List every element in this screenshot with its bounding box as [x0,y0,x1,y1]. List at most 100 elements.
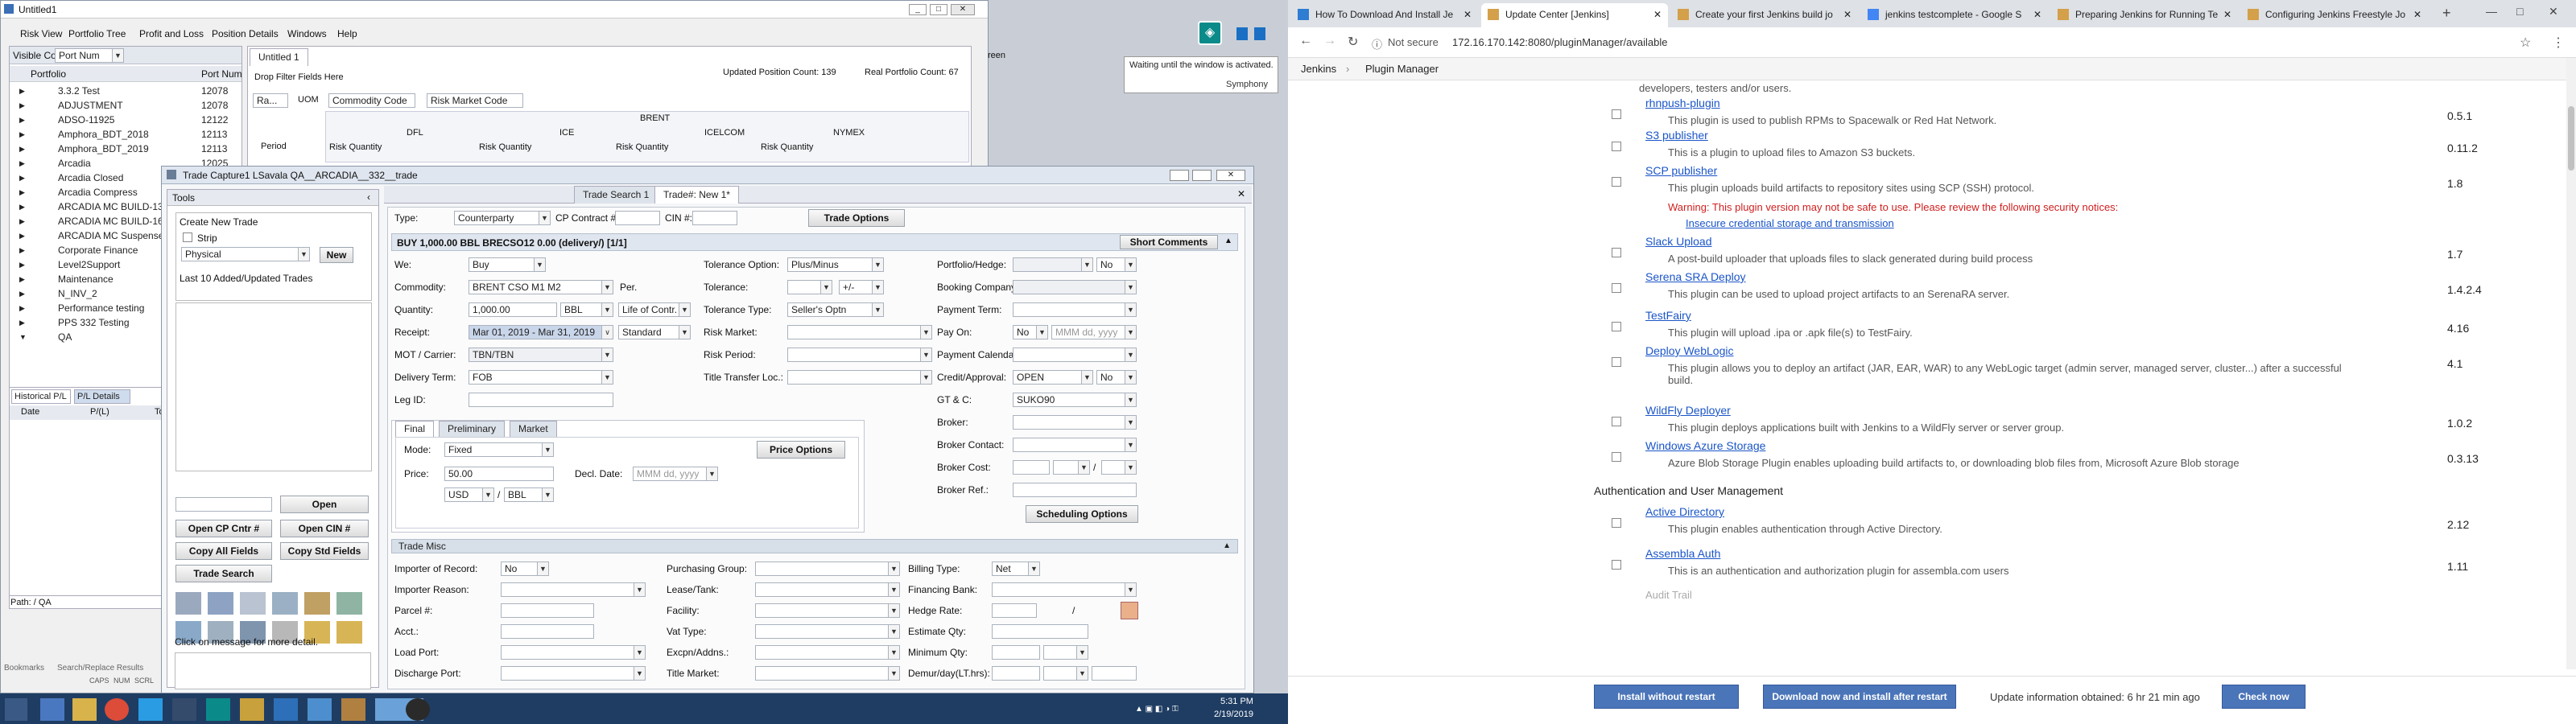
trade-number-input[interactable] [175,497,272,512]
plugin-name[interactable]: rhnpush-plugin [1645,97,1720,109]
app-icon-4[interactable] [341,698,365,721]
expand-icon[interactable]: ▶ [19,171,25,185]
symphony-taskbar-icon[interactable] [206,698,230,721]
lease-tank-select[interactable]: ▼ [755,582,900,597]
collapse-summary-icon[interactable]: ▲ [1224,237,1232,245]
delivery-select[interactable]: FOB ▼ [469,370,613,385]
pause-icon[interactable] [1236,27,1248,40]
grid-icon[interactable] [240,592,266,615]
port-num-select[interactable]: Port Num ▼ [55,48,124,63]
minimize-button[interactable]: _ [909,4,927,15]
copy-all-button[interactable]: Copy All Fields [175,542,272,560]
title-market-select[interactable]: ▼ [755,666,900,681]
expand-icon[interactable]: ▶ [19,301,25,315]
tolerance-type-select[interactable]: Seller's Optn ▼ [787,302,884,317]
calculator-icon[interactable] [175,592,201,615]
plugin-name[interactable]: S3 publisher [1645,129,1708,142]
menu-portfolio-tree[interactable]: Portfolio Tree [68,28,126,39]
start-icon[interactable] [5,698,27,721]
tab-close-icon[interactable]: ✕ [1463,3,1472,26]
new-tab-button[interactable]: + [2442,5,2451,22]
chart-icon[interactable] [336,592,362,615]
close-browser[interactable]: ✕ [2549,5,2558,19]
title-transfer-select[interactable]: ▼ [787,370,932,385]
tab-new-trade[interactable]: Trade#: New 1* [654,186,739,204]
browser-scrollbar[interactable] [2566,58,2576,669]
minimum-qty-uom[interactable]: ▼ [1043,645,1088,660]
expand-icon[interactable]: ▶ [19,156,25,171]
demur-uom[interactable]: ▼ [1043,666,1088,681]
broker-cost-uom[interactable]: ▼ [1101,460,1137,475]
app-icon-1[interactable] [172,698,196,721]
open-cp-button[interactable]: Open CP Cntr # [175,520,272,537]
risk-period-select[interactable]: ▼ [787,348,932,362]
maximize-browser[interactable]: □ [2516,5,2523,18]
pause-icon-2[interactable] [1254,27,1265,40]
ie-icon[interactable] [40,698,64,721]
short-comments-button[interactable]: Short Comments [1120,235,1218,249]
ra-field[interactable]: Ra... [253,93,288,108]
expand-icon[interactable]: ▶ [19,200,25,214]
app-icon-2[interactable] [240,698,264,721]
trade-minimize-button[interactable] [1170,170,1189,181]
hedge-select[interactable]: No ▼ [1096,257,1137,272]
plugin-name[interactable]: SCP publisher [1645,164,1717,177]
hedge-rate-input[interactable] [992,603,1037,618]
cin-input[interactable] [692,211,737,225]
expand-icon[interactable]: ▶ [19,185,25,200]
price-uom-select[interactable]: BBL ▼ [504,487,554,502]
importer-select[interactable]: No ▼ [501,562,549,576]
period-header[interactable]: Period [261,142,287,151]
portfolio-row[interactable]: ▶ Amphora_BDT_2018 12113 [10,127,242,142]
cp-contract-input[interactable] [615,211,660,225]
folder-open-icon[interactable] [336,621,362,644]
browser-tab[interactable]: Create your first Jenkins build jo ✕ [1671,3,1858,27]
transfer-icon[interactable] [208,592,233,615]
download-install-button[interactable]: Download now and install after restart [1763,685,1956,709]
menu-profit-loss[interactable]: Profit and Loss [139,28,204,39]
expand-icon[interactable]: ▶ [19,257,25,272]
payment-term-select[interactable]: ▼ [1013,302,1137,317]
plugin-checkbox[interactable] [1612,248,1621,257]
minimize-browser[interactable]: — [2486,5,2497,18]
recent-trades-list[interactable] [175,302,372,471]
tab-close-icon[interactable]: ✕ [2223,3,2231,26]
hedge-refresh-icon[interactable] [1121,602,1138,619]
tab-search-replace[interactable]: Search/Replace Results [57,664,143,673]
portfolio-col-header[interactable]: Portfolio [31,68,66,80]
commodity-select[interactable]: BRENT CSO M1 M2 ▼ [469,280,613,294]
tolerance-option-select[interactable]: Plus/Minus ▼ [787,257,884,272]
outlook-icon[interactable] [274,698,298,721]
plugin-checkbox[interactable] [1612,142,1621,151]
star-icon[interactable]: ☆ [2520,35,2531,51]
forward-icon[interactable]: → [1323,34,1336,48]
not-secure-label[interactable]: Not secure [1388,36,1439,48]
tab-close-icon[interactable]: ✕ [1653,3,1662,26]
broker-contact-select[interactable]: ▼ [1013,438,1137,452]
quantity-input[interactable]: 1,000.00 [469,302,557,317]
crumb-jenkins[interactable]: Jenkins [1301,63,1336,75]
tab-bookmarks[interactable]: Bookmarks [4,664,44,673]
trade-misc-header[interactable]: Trade Misc ▲ [391,539,1238,553]
tab-close-icon[interactable]: ✕ [2033,3,2041,26]
open-button[interactable]: Open [280,496,369,513]
broker-select[interactable]: ▼ [1013,415,1137,430]
menu-help[interactable]: Help [337,28,357,39]
life-contract-select[interactable]: Life of Contr. ▼ [618,302,691,317]
mot-select[interactable]: TBN/TBN ▼ [469,348,613,362]
trade-close-button[interactable]: ✕ [1216,170,1245,181]
tab-close-icon[interactable]: ✕ [2413,3,2421,26]
facility-select[interactable]: ▼ [755,603,900,618]
standard-select[interactable]: Standard ▼ [618,325,691,339]
plugin-name[interactable]: Windows Azure Storage [1645,439,1765,452]
menu-icon[interactable]: ⋮ [2552,35,2565,51]
plugin-name[interactable]: Deploy WebLogic [1645,344,1733,357]
plugin-checkbox[interactable] [1612,560,1621,570]
open-cin-button[interactable]: Open CIN # [280,520,369,537]
minimum-qty-input[interactable] [992,645,1040,660]
app-icon-3[interactable] [308,698,332,721]
booking-company-select[interactable]: ▼ [1013,280,1137,294]
info-icon[interactable]: ⓘ [1372,36,1382,51]
plugin-name-partial[interactable]: Audit Trail [1645,589,1692,601]
browser-tab[interactable]: Preparing Jenkins for Running Te ✕ [2051,3,2238,27]
